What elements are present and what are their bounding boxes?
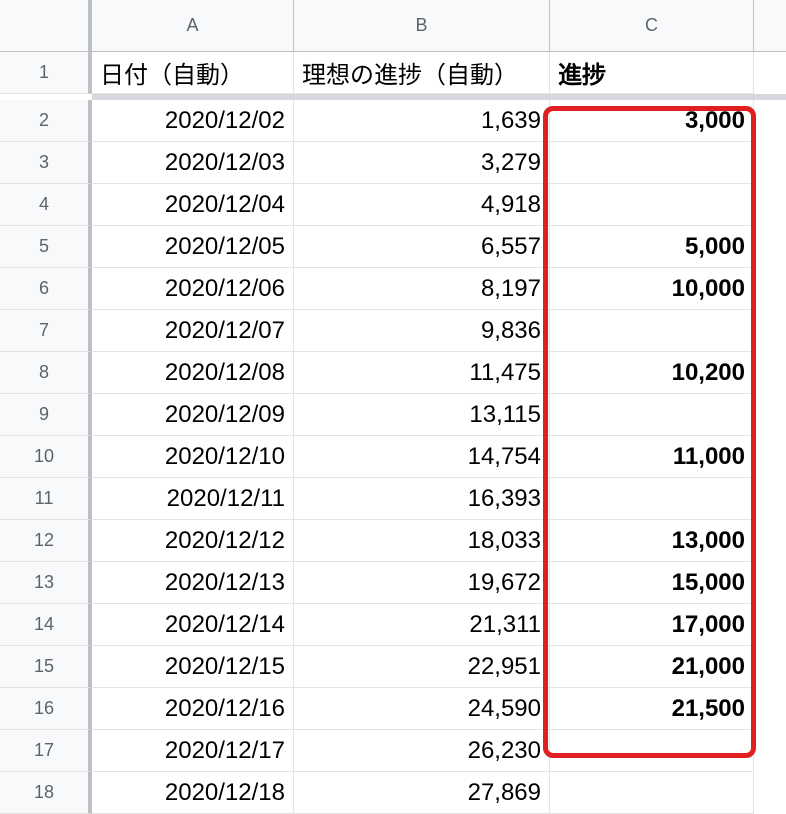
progress-cell[interactable] (550, 142, 754, 184)
progress-cell[interactable] (550, 772, 754, 814)
date-cell[interactable]: 2020/12/06 (92, 268, 294, 310)
date-cell[interactable]: 2020/12/15 (92, 646, 294, 688)
ideal-progress-cell[interactable]: 13,115 (294, 394, 550, 436)
row-header[interactable]: 5 (0, 226, 92, 268)
progress-cell[interactable]: 10,200 (550, 352, 754, 394)
row-header[interactable]: 15 (0, 646, 92, 688)
row-header[interactable]: 4 (0, 184, 92, 226)
cell-b1[interactable]: 理想の進捗（自動） (294, 52, 550, 94)
progress-cell[interactable] (550, 184, 754, 226)
row-header[interactable]: 6 (0, 268, 92, 310)
row-header[interactable]: 7 (0, 310, 92, 352)
ideal-progress-cell[interactable]: 18,033 (294, 520, 550, 562)
cell-a1[interactable]: 日付（自動） (92, 52, 294, 94)
progress-cell[interactable]: 13,000 (550, 520, 754, 562)
date-cell[interactable]: 2020/12/08 (92, 352, 294, 394)
date-cell[interactable]: 2020/12/05 (92, 226, 294, 268)
column-header-c[interactable]: C (550, 0, 754, 52)
row-header[interactable]: 13 (0, 562, 92, 604)
ideal-progress-cell[interactable]: 14,754 (294, 436, 550, 478)
date-cell[interactable]: 2020/12/16 (92, 688, 294, 730)
date-cell[interactable]: 2020/12/13 (92, 562, 294, 604)
progress-cell[interactable]: 21,000 (550, 646, 754, 688)
progress-cell[interactable]: 3,000 (550, 100, 754, 142)
ideal-progress-cell[interactable]: 16,393 (294, 478, 550, 520)
progress-cell[interactable]: 15,000 (550, 562, 754, 604)
date-cell[interactable]: 2020/12/03 (92, 142, 294, 184)
row-header[interactable]: 1 (0, 52, 92, 94)
date-cell[interactable]: 2020/12/02 (92, 100, 294, 142)
ideal-progress-cell[interactable]: 11,475 (294, 352, 550, 394)
date-cell[interactable]: 2020/12/09 (92, 394, 294, 436)
progress-cell[interactable] (550, 730, 754, 772)
ideal-progress-cell[interactable]: 24,590 (294, 688, 550, 730)
row-header[interactable]: 8 (0, 352, 92, 394)
row-header[interactable]: 12 (0, 520, 92, 562)
progress-cell[interactable]: 10,000 (550, 268, 754, 310)
date-cell[interactable]: 2020/12/11 (92, 478, 294, 520)
ideal-progress-cell[interactable]: 4,918 (294, 184, 550, 226)
date-cell[interactable]: 2020/12/18 (92, 772, 294, 814)
ideal-progress-cell[interactable]: 22,951 (294, 646, 550, 688)
ideal-progress-cell[interactable]: 26,230 (294, 730, 550, 772)
ideal-progress-cell[interactable]: 1,639 (294, 100, 550, 142)
row-header[interactable]: 16 (0, 688, 92, 730)
row-header[interactable]: 9 (0, 394, 92, 436)
cell-c1[interactable]: 進捗 (550, 52, 754, 94)
column-header-b[interactable]: B (294, 0, 550, 52)
date-cell[interactable]: 2020/12/07 (92, 310, 294, 352)
progress-cell[interactable]: 5,000 (550, 226, 754, 268)
progress-cell[interactable]: 17,000 (550, 604, 754, 646)
row-header[interactable]: 3 (0, 142, 92, 184)
row-header[interactable]: 17 (0, 730, 92, 772)
row-header[interactable]: 10 (0, 436, 92, 478)
ideal-progress-cell[interactable]: 9,836 (294, 310, 550, 352)
progress-cell[interactable]: 11,000 (550, 436, 754, 478)
row-header[interactable]: 18 (0, 772, 92, 814)
spreadsheet-grid: A B C 1 日付（自動） 理想の進捗（自動） 進捗 2 2020/12/02 1… (0, 0, 786, 814)
ideal-progress-cell[interactable]: 6,557 (294, 226, 550, 268)
ideal-progress-cell[interactable]: 19,672 (294, 562, 550, 604)
progress-cell[interactable] (550, 478, 754, 520)
column-header-d[interactable] (754, 0, 786, 52)
column-header-a[interactable]: A (92, 0, 294, 52)
ideal-progress-cell[interactable]: 21,311 (294, 604, 550, 646)
row-header[interactable]: 11 (0, 478, 92, 520)
select-all-corner[interactable] (0, 0, 92, 52)
date-cell[interactable]: 2020/12/14 (92, 604, 294, 646)
date-cell[interactable]: 2020/12/12 (92, 520, 294, 562)
ideal-progress-cell[interactable]: 3,279 (294, 142, 550, 184)
date-cell[interactable]: 2020/12/10 (92, 436, 294, 478)
row-header[interactable]: 14 (0, 604, 92, 646)
ideal-progress-cell[interactable]: 8,197 (294, 268, 550, 310)
date-cell[interactable]: 2020/12/04 (92, 184, 294, 226)
date-cell[interactable]: 2020/12/17 (92, 730, 294, 772)
row-header[interactable]: 2 (0, 100, 92, 142)
progress-cell[interactable]: 21,500 (550, 688, 754, 730)
progress-cell[interactable] (550, 394, 754, 436)
progress-cell[interactable] (550, 310, 754, 352)
ideal-progress-cell[interactable]: 27,869 (294, 772, 550, 814)
